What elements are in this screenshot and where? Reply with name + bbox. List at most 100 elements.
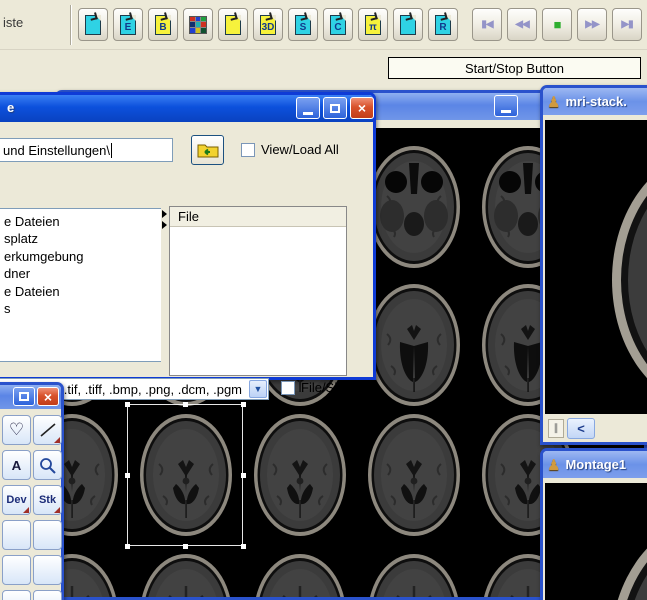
previous-frame-button[interactable]: ◀◀	[507, 8, 537, 41]
open-stack-icon	[85, 15, 101, 35]
list-item[interactable]: splatz	[4, 230, 84, 247]
start-stop-tooltip: Start/Stop Button	[388, 57, 641, 79]
toolbar-buttons: EB3DSCπR▮◀◀◀■▶▶▶▮∗	[78, 8, 647, 41]
more-tools-glyph: ≫	[40, 597, 55, 600]
selection-rectangle[interactable]	[127, 404, 243, 546]
path-input[interactable]: e und Einstellungen\	[0, 138, 173, 162]
list-splitter[interactable]	[161, 208, 169, 366]
montage-button[interactable]	[183, 8, 213, 41]
montage-grid-icon	[189, 16, 207, 34]
mri-slice-image	[590, 511, 647, 600]
folder-list[interactable]: e Dateiensplatzerkumgebungdnere Dateiens…	[0, 208, 186, 362]
last-frame-icon: ▶▮	[621, 19, 632, 30]
checkbox-box[interactable]	[241, 143, 255, 157]
dropdown-corner-icon	[54, 507, 60, 513]
text-tool[interactable]: A	[2, 450, 31, 480]
stack-scrollbar[interactable]: ∥ <	[545, 416, 647, 442]
montage1-titlebar[interactable]: ♟ Montage1	[543, 451, 647, 478]
register-icon: R	[435, 15, 451, 35]
dropdown-corner-icon	[23, 507, 29, 513]
edit-stack-button[interactable]: E	[113, 8, 143, 41]
maximize-button[interactable]	[323, 97, 347, 119]
selection-handle[interactable]	[125, 544, 130, 549]
batch-button[interactable]: B	[148, 8, 178, 41]
checkbox-box[interactable]	[281, 381, 295, 395]
minimize-button[interactable]	[494, 95, 518, 117]
new-doc-button[interactable]	[218, 8, 248, 41]
close-icon[interactable]: ×	[350, 97, 374, 119]
selection-handle[interactable]	[241, 402, 246, 407]
open-sequence-dialog: e × e und Einstellungen\ View/Load All e…	[0, 92, 376, 380]
projection-icon: π	[365, 15, 381, 35]
selection-handle[interactable]	[241, 473, 246, 478]
edit-stack-icon: E	[120, 15, 136, 35]
open-stack-button[interactable]	[78, 8, 108, 41]
checkbox-label: View/Load All	[261, 142, 339, 157]
view-3d-button[interactable]: 3D	[253, 8, 283, 41]
list-item[interactable]: s	[4, 300, 84, 317]
mri-thumbnail	[243, 544, 357, 597]
next-frame-icon: ▶▶	[585, 19, 598, 30]
stack-tool[interactable]: Stk	[33, 485, 62, 515]
file-panel-header: File	[170, 207, 346, 227]
register-button[interactable]: R	[428, 8, 458, 41]
list-item[interactable]: dner	[4, 265, 84, 282]
stack-slider-icon[interactable]: ∥	[548, 419, 564, 438]
list-item[interactable]: e Dateien	[4, 213, 84, 230]
file-size-checkbox[interactable]: File/Size	[281, 380, 351, 395]
zoom-tool[interactable]	[33, 450, 62, 480]
first-frame-button[interactable]: ▮◀	[472, 8, 502, 41]
more-tools[interactable]: ≫	[33, 590, 62, 600]
list-item[interactable]: erkumgebung	[4, 248, 84, 265]
stop-button[interactable]: ■	[542, 8, 572, 41]
scroll-left-button[interactable]: <	[567, 418, 595, 439]
duplicate-button[interactable]	[393, 8, 423, 41]
blank-tool-4[interactable]	[33, 555, 62, 585]
first-frame-icon: ▮◀	[481, 19, 492, 30]
dialog-titlebar[interactable]: e ×	[0, 95, 373, 122]
folder-up-button[interactable]	[191, 135, 224, 165]
blank-tool-5[interactable]	[2, 590, 31, 600]
new-doc-icon	[225, 15, 241, 35]
app-icon: ♟	[547, 456, 560, 474]
blank-tool-3[interactable]	[2, 555, 31, 585]
selection-handle[interactable]	[125, 473, 130, 478]
rotate-stack-button[interactable]: S	[288, 8, 318, 41]
dev-tool-glyph: Dev	[6, 494, 26, 506]
dev-tool[interactable]: Dev	[2, 485, 31, 515]
maximize-button[interactable]	[13, 387, 35, 406]
freehand-tool[interactable]: ♡	[2, 415, 31, 445]
stop-icon: ■	[554, 17, 561, 32]
montage1-image-area[interactable]	[545, 483, 647, 600]
next-frame-button[interactable]: ▶▶	[577, 8, 607, 41]
selection-handle[interactable]	[241, 544, 246, 549]
folder-list-items: e Dateiensplatzerkumgebungdnere Dateiens	[4, 213, 84, 317]
blank-tool-1[interactable]	[2, 520, 31, 550]
screen: iste EB3DSCπR▮◀◀◀■▶▶▶▮∗ Start/Stop Butto…	[0, 0, 647, 600]
selection-handle[interactable]	[125, 402, 130, 407]
file-panel[interactable]: File	[169, 206, 347, 376]
palette-titlebar[interactable]: ×	[0, 385, 61, 409]
blank-tool-2[interactable]	[33, 520, 62, 550]
last-frame-button[interactable]: ▶▮	[612, 8, 642, 41]
mri-slice-image	[593, 145, 647, 414]
view-3d-icon: 3D	[260, 15, 276, 35]
line-tool[interactable]	[33, 415, 62, 445]
chevron-down-icon[interactable]: ▼	[249, 380, 267, 398]
montage1-window: ♟ Montage1	[540, 448, 647, 600]
minimize-button[interactable]	[296, 97, 320, 119]
close-icon[interactable]: ×	[37, 387, 59, 406]
mri-stack-image-area[interactable]	[545, 120, 647, 414]
mri-stack-titlebar[interactable]: ♟ mri-stack.	[543, 88, 647, 115]
selection-handle[interactable]	[183, 402, 188, 407]
batch-icon: B	[155, 15, 171, 35]
list-item[interactable]: e Dateien	[4, 283, 84, 300]
selection-handle[interactable]	[183, 544, 188, 549]
convert-stack-button[interactable]: C	[323, 8, 353, 41]
freehand-tool-glyph: ♡	[9, 420, 24, 440]
projection-button[interactable]: π	[358, 8, 388, 41]
dialog-body: e und Einstellungen\ View/Load All e Dat…	[0, 122, 373, 377]
view-load-all-checkbox[interactable]: View/Load All	[241, 142, 339, 157]
duplicate-icon	[400, 15, 416, 35]
toolbar-separator	[70, 5, 72, 45]
